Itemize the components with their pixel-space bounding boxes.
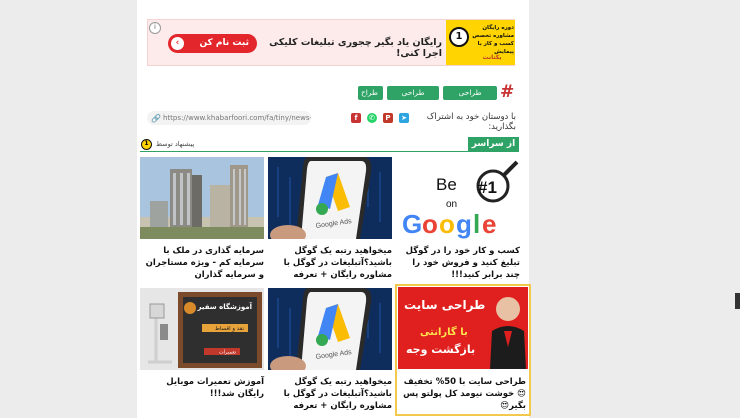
card-image-mobile-school[interactable]: آموزشگاه سفیر نقد و اقساط تعمیرات	[140, 288, 264, 370]
pinterest-icon[interactable]: P	[383, 113, 393, 123]
svg-text:o: o	[422, 209, 438, 239]
svg-text:g: g	[456, 209, 472, 239]
link-icon: 🔗	[151, 114, 161, 123]
card-title[interactable]: کسب و کار خود را در گوگل تبلیغ کنید و فر…	[396, 245, 520, 281]
card-title[interactable]: طراحی سایت با 50% تخفیف 😍 خوشت نیومد کل …	[398, 376, 526, 412]
whatsapp-icon[interactable]: ✆	[367, 113, 377, 123]
design-img-line3: بازگشت وجه	[406, 343, 475, 356]
card-title[interactable]: آموزش تعمیرات موبایل رایگان شد!!!	[140, 376, 264, 400]
share-label: با دوستان خود به اشتراک بگذارید:	[426, 112, 516, 132]
design-img-line1: طراحی سایت	[404, 298, 485, 312]
svg-text:#1: #1	[478, 178, 497, 197]
card-image-towers[interactable]	[140, 157, 264, 239]
section-divider	[140, 151, 468, 152]
hash-icon: #	[500, 82, 515, 102]
card-title[interactable]: میخواهید رتبه یک گوگل باشید؟آتبلیغات در …	[268, 245, 392, 281]
ad-info-icon[interactable]: i	[149, 22, 161, 34]
svg-text:G: G	[402, 209, 422, 239]
card-image-google-ads[interactable]: Google Ads	[268, 288, 392, 370]
section-title: از سراسر وب	[468, 137, 519, 164]
ad-logo-badge-icon: 1	[449, 27, 469, 47]
tag-web-design[interactable]: طراحی سایت	[387, 86, 439, 111]
telegram-icon[interactable]: ➤	[399, 113, 409, 123]
card-image-google-ads[interactable]: Google Ads	[268, 157, 392, 239]
tag-designer[interactable]: طراح	[358, 86, 383, 100]
recommender-logo-icon[interactable]: 1	[141, 139, 152, 150]
share-url-field[interactable]: https://www.khabarfoori.com/fa/tiny/news…	[147, 111, 311, 125]
svg-text:o: o	[439, 209, 455, 239]
svg-text:e: e	[482, 209, 496, 239]
ad-text[interactable]: رایگان یاد بگیر چجوری تبلیغات کلیکی اجرا…	[260, 37, 442, 59]
school-img-payment: نقد و اقساط	[215, 326, 245, 332]
tag-graphic-design[interactable]: طراحی گرافیک	[443, 86, 497, 111]
school-img-title: آموزشگاه سفیر	[197, 302, 253, 311]
scrollbar-thumb[interactable]	[735, 293, 740, 309]
design-img-line2: با گارانتی	[420, 325, 468, 338]
ad-logo-brand: یکتانت	[482, 54, 502, 61]
card-title[interactable]: میخواهید رتبه یک گوگل باشید؟آتبلیغات در …	[268, 376, 392, 412]
svg-text:Be: Be	[436, 175, 457, 194]
chevron-left-icon: ‹	[171, 37, 184, 50]
card-image-be-on-google[interactable]: Be on #1 G o o g l e	[396, 157, 520, 239]
facebook-icon[interactable]: f	[351, 113, 361, 123]
card-image-site-design[interactable]: طراحی سایت با گارانتی بازگشت وجه	[398, 287, 528, 369]
svg-text:l: l	[473, 209, 480, 239]
recommender-label[interactable]: پیشنهاد توسط	[156, 140, 194, 148]
ad-logo-text: دوره رایگان مشاوره تخصص کسب و کار با پیم…	[472, 25, 514, 55]
card-title[interactable]: سرمایه گذاری در ملک با سرمایه کم - ویژه …	[140, 245, 264, 281]
school-img-repair: تعمیرات	[219, 350, 237, 356]
